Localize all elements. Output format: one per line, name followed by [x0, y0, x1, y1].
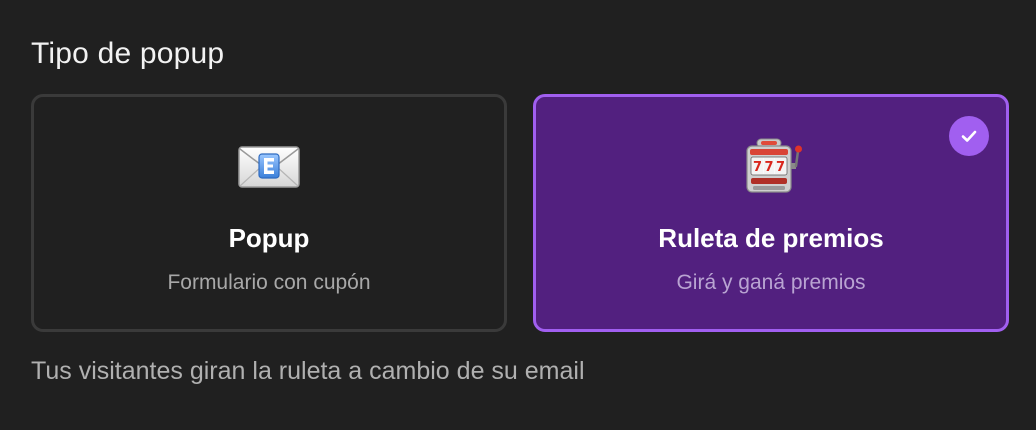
popup-type-options: Popup Formulario con cupón 7 7 7 Ruleta …: [31, 94, 1009, 334]
section-title: Tipo de popup: [31, 37, 225, 70]
envelope-icon: [34, 137, 504, 197]
option-card-prize-wheel[interactable]: 7 7 7 Ruleta de premios Girá y ganá prem…: [533, 94, 1009, 332]
svg-text:7: 7: [753, 160, 762, 175]
helper-text: Tus visitantes giran la ruleta a cambio …: [31, 357, 585, 385]
option-card-popup[interactable]: Popup Formulario con cupón: [31, 94, 507, 332]
option-title: Ruleta de premios: [658, 223, 884, 253]
option-title: Popup: [228, 223, 310, 253]
option-subtitle: Formulario con cupón: [167, 271, 371, 294]
svg-text:7: 7: [764, 160, 773, 175]
svg-text:7: 7: [776, 160, 785, 175]
option-subtitle: Girá y ganá premios: [676, 271, 866, 294]
slot-machine-icon: 7 7 7: [536, 137, 1006, 197]
